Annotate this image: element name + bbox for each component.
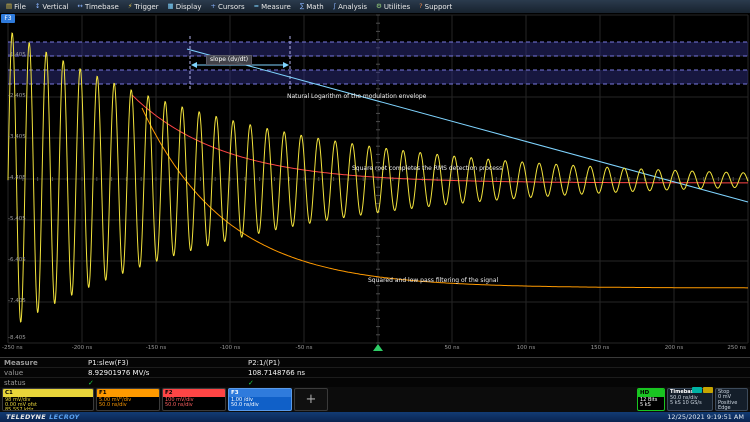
y-axis-label: -5.405	[8, 216, 40, 222]
x-axis-label: -200 ns	[62, 345, 102, 351]
x-axis-label: -100 ns	[210, 345, 250, 351]
trace-tag-f3[interactable]: F3	[1, 14, 15, 23]
math-icon: ∑	[300, 3, 304, 10]
f3-descriptor[interactable]: F3 1.00 /div 50.0 ns/div	[228, 388, 292, 411]
measure-p2-value: 108.7148766 ns	[248, 368, 305, 378]
y-axis-label: -3.405	[8, 134, 40, 140]
value-row-label: value	[4, 368, 23, 378]
slope-cursor-label[interactable]: slope (dv/dt)	[206, 55, 252, 65]
trigger-icon: ⚡	[128, 3, 133, 10]
menu-timebase[interactable]: ↔Timebase	[78, 3, 119, 11]
y-axis-label: -1.405	[8, 52, 40, 58]
menu-display[interactable]: ▦Display	[168, 3, 202, 11]
cursor-band[interactable]	[8, 70, 748, 84]
cursors-icon: +	[211, 3, 216, 10]
f2-descriptor[interactable]: F2 100 mV/div 50.0 ns/div	[162, 388, 226, 411]
annotation-squared: Squared and low pass filtering of the si…	[368, 277, 498, 284]
datetime: 12/25/2021 9:19:51 AM	[667, 413, 744, 421]
add-trace-button[interactable]: +	[294, 388, 328, 411]
descriptor-bar: C1 98 mV/div 0.00 mV ofst 85.557 kHz F1 …	[0, 387, 750, 412]
menu-cursors[interactable]: +Cursors	[211, 3, 245, 11]
f1-descriptor[interactable]: F1 5.00 mV²/div 50.0 ns/div	[96, 388, 160, 411]
annotation-log: Natural Logarithm of the modulation enve…	[287, 93, 426, 100]
measure-p2-header[interactable]: P2:1/(P1)	[248, 358, 280, 368]
hd-descriptor[interactable]: HD 12 Bits 5 kS	[637, 388, 665, 411]
menu-support[interactable]: ?Support	[419, 3, 452, 11]
file-icon: ▤	[6, 3, 12, 10]
analysis-icon: ∫	[333, 3, 336, 10]
menu-measure[interactable]: ≈Measure	[254, 3, 291, 11]
f2-label: F2	[163, 389, 225, 397]
x-axis-label: 50 ns	[432, 345, 472, 351]
indicator-chip-1	[692, 387, 702, 393]
indicator-chip-2	[703, 387, 713, 393]
arrow-head-right	[283, 62, 289, 68]
measure-title: Measure	[4, 358, 38, 368]
x-axis-label: 100 ns	[506, 345, 546, 351]
x-axis-label: -250 ns	[2, 345, 42, 351]
hd-label: HD	[638, 389, 664, 397]
menu-analysis[interactable]: ∫Analysis	[333, 3, 367, 11]
y-axis-label: -7.405	[8, 298, 40, 304]
measure-p1-value: 8.92901976 MV/s	[88, 368, 149, 378]
f1-label: F1	[97, 389, 159, 397]
display-icon: ▦	[168, 3, 174, 10]
menu-math[interactable]: ∑Math	[300, 3, 324, 11]
support-icon: ?	[419, 3, 422, 10]
trigger-position-marker[interactable]	[373, 344, 383, 351]
x-axis-label: 150 ns	[580, 345, 620, 351]
measure-p1-header[interactable]: P1:slew(F3)	[88, 358, 129, 368]
oscilloscope-app: ▤File ↕Vertical ↔Timebase ⚡Trigger ▦Disp…	[0, 0, 750, 422]
x-axis-label: -50 ns	[284, 345, 324, 351]
vertical-icon: ↕	[35, 3, 40, 10]
x-axis-label: 200 ns	[654, 345, 694, 351]
timebase-icon: ↔	[78, 3, 83, 10]
x-axis-label: -150 ns	[136, 345, 176, 351]
utilities-icon: ⚙	[376, 3, 382, 10]
status-bar: TELEDYNELECROY 12/25/2021 9:19:51 AM	[0, 412, 750, 422]
measure-table: Measure P1:slew(F3) P2:1/(P1) value 8.92…	[0, 357, 750, 387]
menu-file[interactable]: ▤File	[6, 3, 26, 11]
scope-canvas[interactable]	[0, 14, 750, 357]
menu-vertical[interactable]: ↕Vertical	[35, 3, 69, 11]
arrow-head-left	[191, 62, 197, 68]
y-axis-label: -8.405	[8, 335, 40, 341]
menu-bar: ▤File ↕Vertical ↔Timebase ⚡Trigger ▦Disp…	[0, 0, 750, 14]
annotation-rms: Square root completes the RMS detection …	[352, 165, 502, 172]
x-axis-label: 250 ns	[704, 345, 746, 351]
trigger-descriptor[interactable]: Stop 0 mV Positive Edge	[715, 388, 748, 411]
y-axis-label: -2.405	[8, 93, 40, 99]
menu-utilities[interactable]: ⚙Utilities	[376, 3, 410, 11]
waveform-display: -1.405 -2.405 -3.405 -4.405 -5.405 -6.40…	[0, 14, 750, 357]
y-axis-label: -4.405	[8, 175, 40, 181]
y-axis-label: -6.405	[8, 257, 40, 263]
c1-descriptor[interactable]: C1 98 mV/div 0.00 mV ofst 85.557 kHz	[2, 388, 94, 411]
menu-trigger[interactable]: ⚡Trigger	[128, 3, 159, 11]
c1-label: C1	[3, 389, 93, 397]
cursor-band[interactable]	[8, 42, 748, 56]
measure-icon: ≈	[254, 3, 259, 10]
brand-logo: TELEDYNELECROY	[6, 413, 80, 421]
f3-label: F3	[229, 389, 291, 397]
